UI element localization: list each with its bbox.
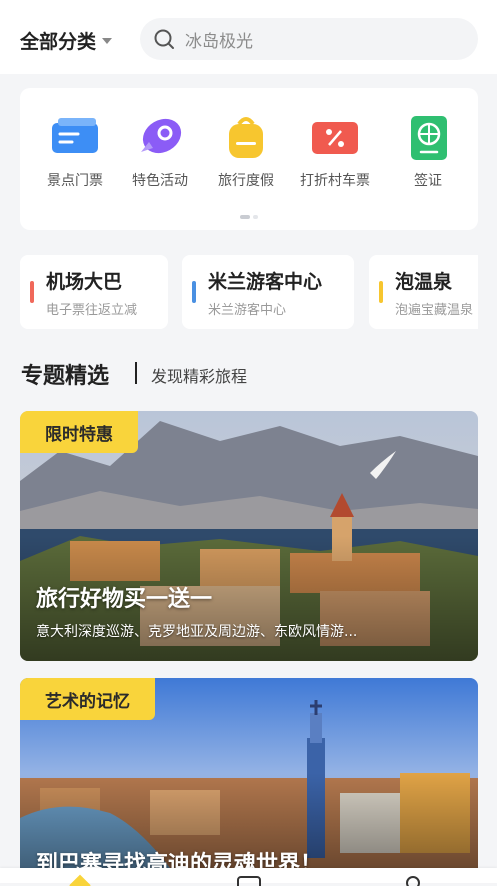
category-item-activities[interactable]: 特色活动 (118, 112, 202, 190)
quick-link-accent (192, 281, 196, 303)
carousel-indicator (240, 215, 258, 219)
passport-icon (411, 116, 447, 160)
backpack-icon (229, 117, 263, 158)
category-item-vacation[interactable]: 旅行度假 (204, 112, 288, 190)
indicator-dot-active (240, 215, 250, 219)
search-bar[interactable]: 冰岛极光 (140, 18, 478, 60)
search-input[interactable]: 冰岛极光 (185, 27, 253, 52)
promo-subtitle: 意大利深度巡游、克罗地亚及周边游、东欧风情游... (36, 624, 358, 640)
quick-link-title: 米兰游客中心 (208, 271, 323, 293)
quick-link-title: 机场大巴 (46, 271, 123, 293)
profile-icon[interactable] (400, 874, 426, 886)
section-divider (135, 362, 137, 384)
category-label: 特色活动 (132, 173, 188, 189)
promo-card[interactable]: 艺术的记忆 到巴塞寻找高迪的灵魂世界！ (20, 678, 478, 868)
search-icon (154, 29, 174, 49)
category-item-discount-tickets[interactable]: 打折村车票 (293, 112, 377, 190)
quick-link-subtitle: 电子票往返立减 (46, 303, 138, 318)
quick-link-accent (379, 281, 383, 303)
promo-card[interactable]: 限时特惠 旅行好物买一送一 意大利深度巡游、克罗地亚及周边游、东欧风情游... (20, 411, 478, 661)
category-label: 旅行度假 (218, 173, 274, 189)
quick-link-milan-visitor-center[interactable]: 米兰游客中心 米兰游客中心 (182, 255, 354, 329)
category-label: 签证 (414, 173, 442, 189)
category-dropdown-label: 全部分类 (20, 30, 97, 53)
section-subtitle: 发现精彩旅程 (151, 367, 248, 386)
list-icon[interactable] (236, 874, 262, 886)
rocket-icon (141, 118, 182, 154)
promo-title: 到巴塞寻找高迪的灵魂世界！ (36, 852, 323, 868)
category-item-visa[interactable]: 签证 (386, 112, 470, 190)
category-item-tickets[interactable]: 景点门票 (33, 112, 117, 190)
top-bar: 全部分类 冰岛极光 (0, 0, 497, 74)
bottom-tab-bar (0, 868, 497, 886)
indicator-dot (253, 215, 258, 219)
quick-link-accent (30, 281, 34, 303)
quick-link-title: 泡温泉 (395, 271, 453, 293)
quick-link-hot-spring[interactable]: 泡温泉 泡遍宝藏温泉 (369, 255, 478, 329)
home-icon[interactable] (67, 874, 93, 886)
promo-tag: 艺术的记忆 (20, 678, 155, 720)
discount-ticket-icon (312, 122, 358, 154)
ticket-icon (52, 118, 98, 153)
category-dropdown[interactable]: 全部分类 (20, 26, 113, 54)
promo-tag: 限时特惠 (20, 411, 138, 453)
category-label: 景点门票 (47, 173, 103, 189)
quick-link-subtitle: 泡遍宝藏温泉 (395, 303, 474, 318)
caret-down-icon (102, 38, 113, 44)
category-label: 打折村车票 (300, 173, 370, 189)
promo-title: 旅行好物买一送一 (36, 587, 213, 612)
category-card: 景点门票 特色活动 旅行度假 打折村车票 签证 (20, 88, 478, 230)
quick-link-subtitle: 米兰游客中心 (208, 303, 287, 318)
quick-link-airport-bus[interactable]: 机场大巴 电子票往返立减 (20, 255, 168, 329)
section-title: 专题精选 (21, 364, 110, 389)
